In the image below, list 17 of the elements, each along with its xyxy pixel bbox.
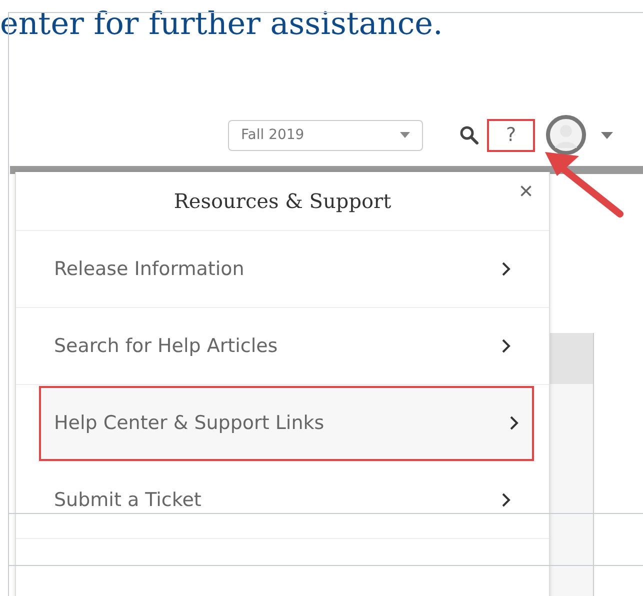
panel-title: Resources & Support — [174, 189, 392, 213]
close-button[interactable]: × — [518, 180, 533, 204]
chevron-icon — [501, 338, 511, 354]
menu-item[interactable]: Release Information — [16, 231, 549, 308]
help-button[interactable]: ? — [487, 118, 535, 152]
menu-item[interactable]: Submit a Ticket — [16, 462, 549, 539]
avatar-icon[interactable] — [545, 114, 587, 156]
chevron-icon — [509, 415, 519, 431]
chevron-icon — [501, 492, 511, 508]
search-icon[interactable] — [459, 125, 479, 145]
term-select[interactable]: Fall 2019 — [228, 120, 423, 150]
chevron-icon — [501, 261, 511, 277]
menu-item[interactable]: Search for Help Articles — [16, 308, 549, 385]
caret-icon — [400, 132, 410, 138]
menu-item[interactable]: Help Center & Support Links — [38, 385, 535, 462]
heading-text: enter for further assistance. — [0, 5, 444, 44]
caret-icon[interactable] — [601, 132, 613, 138]
